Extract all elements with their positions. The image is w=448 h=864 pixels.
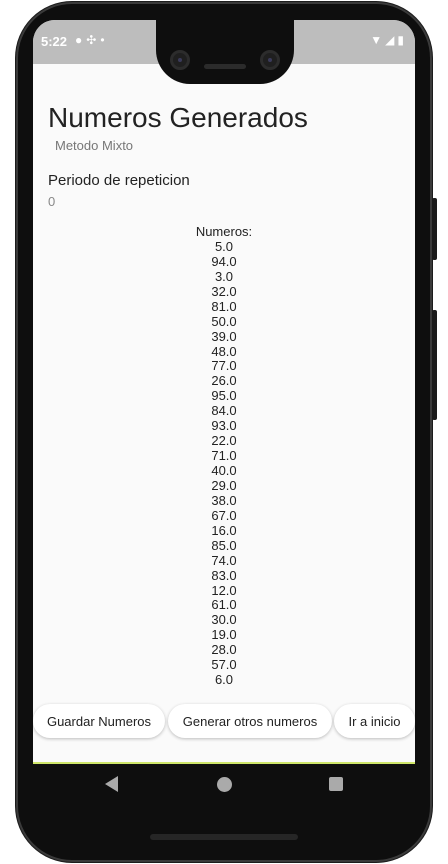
dot-icon: •	[100, 33, 109, 47]
chat-bubble-icon: ●	[75, 33, 87, 47]
number-item: 71.0	[211, 448, 237, 464]
screen: 5:22 ●✣• ▼◢▮ Numeros Generados Metodo Mi…	[33, 20, 415, 806]
home-icon[interactable]	[217, 777, 232, 792]
number-item: 95.0	[211, 388, 237, 404]
sparkle-icon: ✣	[86, 33, 101, 47]
generate-numbers-button[interactable]: Generar otros numeros	[168, 704, 332, 738]
number-item: 3.0	[214, 268, 234, 284]
navigation-bar	[33, 764, 415, 806]
front-camera-icon	[260, 50, 280, 70]
period-value: 0	[48, 194, 56, 209]
bottom-speaker	[150, 834, 298, 840]
camera-notch	[156, 20, 294, 84]
number-item: 6.0	[214, 672, 234, 688]
numbers-label: Numeros:	[195, 224, 253, 239]
number-item: 30.0	[211, 612, 237, 628]
number-item: 81.0	[211, 298, 237, 314]
wifi-icon: ▼	[370, 33, 386, 47]
system-icons: ▼◢▮	[370, 33, 407, 47]
number-item: 16.0	[211, 522, 237, 538]
number-item: 26.0	[211, 373, 237, 389]
number-item: 48.0	[211, 343, 237, 359]
number-item: 40.0	[211, 463, 237, 478]
number-item: 12.0	[211, 582, 237, 598]
number-item: 29.0	[211, 477, 237, 493]
number-item: 32.0	[211, 283, 237, 299]
battery-icon: ▮	[397, 33, 407, 47]
number-item: 74.0	[211, 552, 237, 568]
number-item: 94.0	[211, 253, 237, 269]
number-item: 67.0	[211, 507, 237, 523]
number-item: 5.0	[214, 238, 234, 254]
number-item: 22.0	[211, 433, 237, 449]
number-item: 50.0	[211, 313, 237, 329]
numbers-list: Numeros: 5.0 94.0 3.0 32.0 81.0 50.0 39.0 48.0 7…	[33, 224, 415, 687]
number-item: 57.0	[211, 657, 237, 673]
recents-icon[interactable]	[329, 777, 343, 791]
action-buttons: Guardar Numeros Generar otros numeros Ir…	[33, 704, 415, 740]
main-content: Numeros Generados Metodo Mixto Periodo d…	[33, 64, 415, 762]
number-item: 39.0	[211, 328, 237, 344]
number-item: 85.0	[211, 537, 237, 553]
number-item: 83.0	[211, 567, 237, 583]
front-camera-icon	[170, 50, 190, 70]
period-label: Periodo de repeticion	[48, 172, 190, 189]
number-item: 61.0	[211, 597, 237, 613]
page-title: Numeros Generados	[48, 102, 308, 133]
number-item: 77.0	[211, 358, 237, 374]
status-time: 5:22	[41, 34, 68, 49]
notification-icons: ●✣•	[75, 33, 109, 47]
power-button	[432, 198, 437, 260]
volume-button	[432, 310, 437, 420]
number-item: 19.0	[211, 627, 237, 643]
back-icon[interactable]	[105, 776, 118, 792]
save-numbers-button[interactable]: Guardar Numeros	[33, 704, 165, 738]
go-home-button[interactable]: Ir a inicio	[334, 704, 415, 738]
signal-icon: ◢	[385, 33, 398, 47]
earpiece-icon	[204, 64, 246, 69]
page-subtitle: Metodo Mixto	[55, 138, 134, 153]
number-item: 38.0	[211, 492, 237, 508]
number-item: 28.0	[211, 642, 237, 658]
number-item: 84.0	[211, 403, 237, 419]
number-item: 93.0	[211, 418, 237, 434]
